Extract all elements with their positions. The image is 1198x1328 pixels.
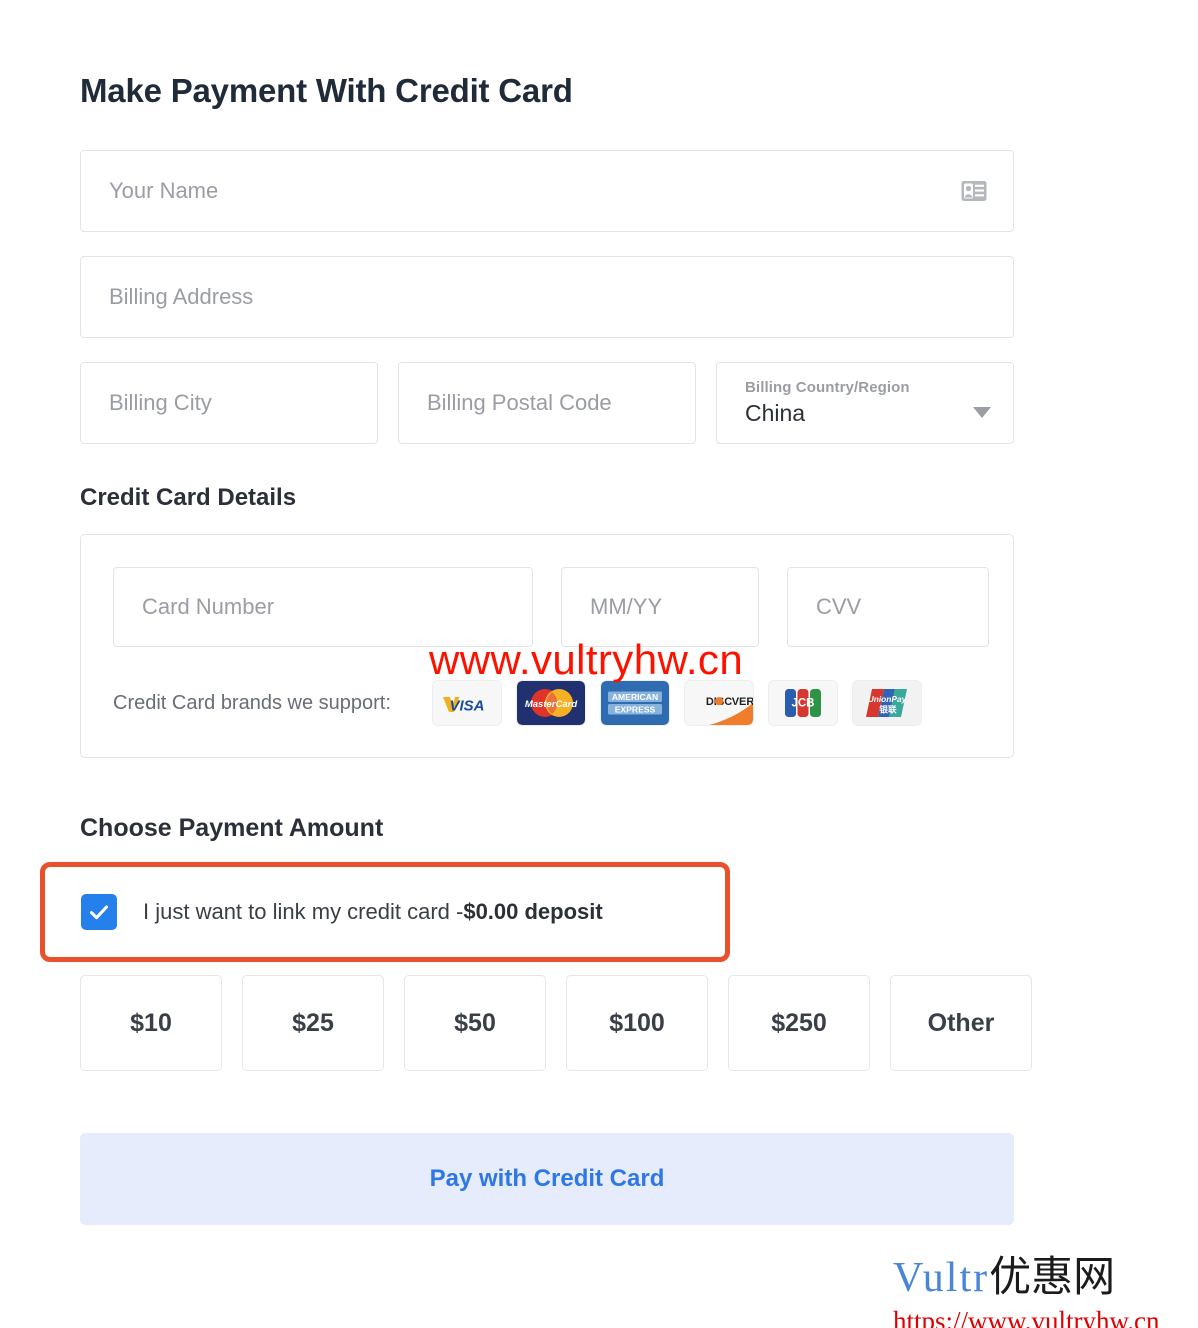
billing-city-input[interactable]: Billing City [80, 362, 378, 444]
amount-options-row: $10 $25 $50 $100 $250 Other [80, 975, 1032, 1071]
discover-icon: DISC VER [684, 681, 753, 725]
unionpay-icon: UnionPay 银联 [852, 681, 921, 725]
svg-text:JCB: JCB [791, 698, 814, 710]
billing-postal-code-input[interactable]: Billing Postal Code [398, 362, 696, 444]
amount-option-10[interactable]: $10 [80, 975, 222, 1071]
link-card-label-deposit: $0.00 deposit [463, 899, 603, 924]
supported-brands-row: Credit Card brands we support: VISA Mast… [113, 681, 981, 725]
mastercard-icon: MasterCard [516, 681, 585, 725]
visa-icon: VISA [432, 681, 501, 725]
watermark-overlay-url: www.vultryhw.cn [429, 636, 744, 683]
payment-page: Make Payment With Credit Card Your Name … [0, 0, 1198, 1328]
svg-text:银联: 银联 [879, 704, 897, 715]
billing-country-value: China [745, 400, 806, 426]
watermark-brand-cn: 优惠网 [989, 1255, 1116, 1301]
svg-text:MasterCard: MasterCard [525, 699, 577, 710]
payment-form: Make Payment With Credit Card Your Name … [80, 0, 1032, 1225]
card-cvv-input[interactable]: CVV [787, 567, 989, 647]
card-cvv-placeholder: CVV [816, 594, 862, 619]
svg-text:UnionPay: UnionPay [868, 694, 907, 704]
supported-brands-list: VISA MasterCard AMERICAN EXPRESS VER JCB… [432, 681, 921, 725]
amount-option-other[interactable]: Other [890, 975, 1032, 1071]
card-number-placeholder: Card Number [142, 594, 275, 619]
supported-brands-label: Credit Card brands we support: [113, 691, 391, 714]
link-card-row[interactable]: I just want to link my credit card -$0.0… [45, 867, 725, 957]
svg-text:VER: VER [732, 696, 753, 708]
choose-payment-amount-heading: Choose Payment Amount [80, 814, 384, 842]
link-card-label-prefix: I just want to link my credit card - [143, 899, 464, 924]
contact-card-icon [961, 181, 987, 202]
link-card-checkbox[interactable] [81, 894, 117, 930]
link-card-highlight-box: I just want to link my credit card -$0.0… [40, 862, 730, 962]
billing-location-row: Billing City Billing Postal Code Billing… [80, 362, 1014, 444]
name-input[interactable]: Your Name [80, 150, 1014, 232]
watermark-brand-en: Vultr [893, 1255, 990, 1301]
page-title: Make Payment With Credit Card [80, 72, 573, 109]
amount-option-50[interactable]: $50 [404, 975, 546, 1071]
credit-card-details-heading: Credit Card Details [80, 484, 297, 511]
billing-address-input[interactable]: Billing Address [80, 256, 1014, 338]
billing-address-placeholder: Billing Address [109, 284, 254, 309]
card-number-input[interactable]: Card Number [113, 567, 533, 647]
amount-option-25[interactable]: $25 [242, 975, 384, 1071]
billing-country-label: Billing Country/Region [745, 379, 910, 396]
watermark-corner: Vultr优惠网 https://www.vultryhw.cn [893, 1243, 1159, 1328]
svg-text:VISA: VISA [449, 698, 484, 715]
card-expiry-placeholder: MM/YY [590, 594, 663, 619]
chevron-down-icon [973, 407, 991, 418]
pay-with-credit-card-button[interactable]: Pay with Credit Card [80, 1133, 1014, 1225]
svg-text:EXPRESS: EXPRESS [615, 705, 656, 715]
name-input-placeholder: Your Name [109, 178, 219, 203]
check-icon [89, 905, 109, 920]
credit-card-inputs-row: Card Number MM/YY CVV [113, 567, 989, 647]
billing-country-select[interactable]: Billing Country/Region China [716, 362, 1014, 444]
billing-postal-code-placeholder: Billing Postal Code [427, 390, 612, 415]
billing-city-placeholder: Billing City [109, 390, 212, 415]
amount-option-250[interactable]: $250 [728, 975, 870, 1071]
american-express-icon: AMERICAN EXPRESS [600, 681, 669, 725]
svg-text:AMERICAN: AMERICAN [612, 692, 658, 702]
card-expiry-input[interactable]: MM/YY [561, 567, 759, 647]
watermark-brand: Vultr优惠网 [893, 1243, 1159, 1304]
jcb-icon: JCB [768, 681, 837, 725]
link-card-label: I just want to link my credit card -$0.0… [143, 899, 603, 925]
amount-option-100[interactable]: $100 [566, 975, 708, 1071]
watermark-url: https://www.vultryhw.cn [893, 1306, 1160, 1328]
